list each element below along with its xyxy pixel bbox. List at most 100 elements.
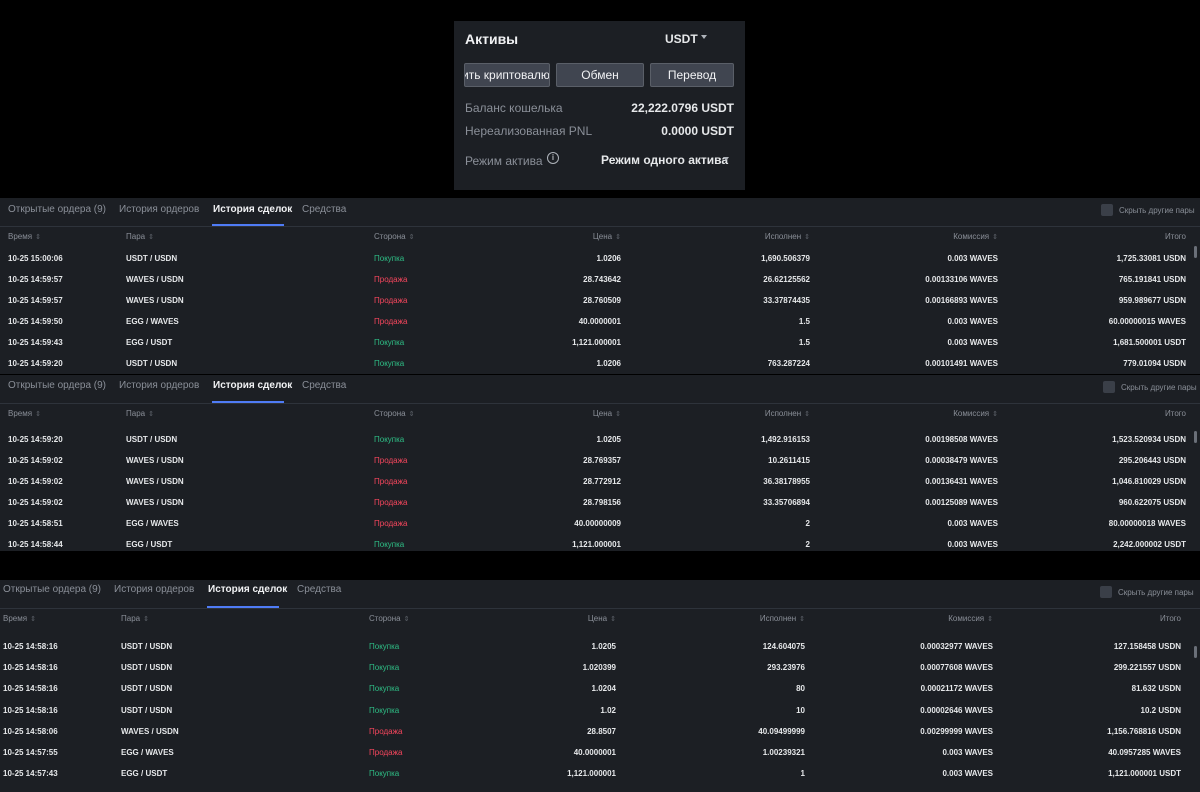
scrollbar-thumb[interactable] (1194, 246, 1197, 258)
column-header[interactable]: Исполнен ⇕ (765, 409, 810, 418)
column-header[interactable]: Итого (1165, 232, 1186, 241)
cell-filled: 2 (805, 519, 810, 528)
column-header-label: Время (3, 614, 28, 623)
column-header[interactable]: Итого (1160, 614, 1181, 623)
sort-icon[interactable]: ⇕ (148, 411, 154, 418)
sort-icon[interactable]: ⇕ (987, 616, 993, 623)
column-header-label: Цена (592, 232, 613, 241)
column-header[interactable]: Время ⇕ (3, 614, 36, 623)
tab-open-orders[interactable]: Открытые ордера (9) (3, 584, 101, 595)
asset-mode-select[interactable]: Режим одного актива (601, 153, 728, 167)
column-header[interactable]: Цена ⇕ (593, 409, 621, 418)
column-header-label: Итого (1165, 232, 1186, 241)
cell-price: 1.02 (600, 705, 616, 715)
cell-price: 40.00000009 (574, 519, 621, 528)
cell-price: 40.0000001 (573, 748, 616, 757)
cell-total: 765.191841 USDN (1118, 275, 1186, 284)
cell-time: 10-25 14:58:44 (8, 540, 63, 549)
sort-icon[interactable]: ⇕ (799, 616, 805, 623)
sort-icon[interactable]: ⇕ (148, 234, 154, 241)
cell-side: Продажа (374, 275, 408, 284)
currency-select[interactable]: USDT (665, 32, 698, 46)
column-header[interactable]: Комиссия ⇕ (953, 409, 998, 418)
cell-fee: 0.00166893 WAVES (925, 296, 998, 305)
cell-pair: WAVES / USDN (126, 275, 184, 284)
sort-icon[interactable]: ⇕ (143, 616, 149, 623)
tab-open-orders[interactable]: Открытые ордера (9) (8, 204, 106, 215)
column-header[interactable]: Цена ⇕ (593, 232, 621, 241)
cell-price: 1.0204 (591, 684, 616, 694)
cell-fee: 0.00038479 WAVES (925, 456, 998, 465)
sort-icon[interactable]: ⇕ (404, 616, 410, 623)
scrollbar-thumb[interactable] (1194, 646, 1197, 658)
cell-side: Покупка (369, 705, 400, 715)
cell-filled: 1 (800, 769, 805, 779)
tab-order-history[interactable]: История ордеров (119, 204, 199, 215)
cell-total: 10.2 USDN (1140, 705, 1181, 715)
tabs-bar: Открытые ордера (9) История ордеров Истори… (0, 580, 1200, 609)
sort-icon[interactable]: ⇕ (610, 616, 616, 623)
column-header[interactable]: Время ⇕ (8, 409, 41, 418)
cell-filled: 1,492.916153 (761, 435, 810, 444)
hide-other-pairs-checkbox[interactable] (1100, 586, 1112, 598)
cell-side: Покупка (374, 435, 405, 444)
transfer-button[interactable]: Перевод (650, 63, 734, 87)
chevron-down-icon[interactable] (723, 157, 729, 161)
hide-other-pairs-checkbox[interactable] (1101, 204, 1113, 216)
column-header[interactable]: Итого (1165, 409, 1186, 418)
tab-trade-history[interactable]: История сделок (208, 584, 287, 595)
sort-icon[interactable]: ⇕ (409, 411, 415, 418)
sort-icon[interactable]: ⇕ (804, 411, 810, 418)
sort-icon[interactable]: ⇕ (30, 616, 36, 623)
sort-icon[interactable]: ⇕ (35, 411, 41, 418)
tab-funds[interactable]: Средства (302, 204, 346, 215)
cell-time: 10-25 14:59:57 (8, 296, 63, 305)
sort-icon[interactable]: ⇕ (804, 234, 810, 241)
cell-time: 10-25 14:59:50 (8, 317, 63, 326)
sort-icon[interactable]: ⇕ (992, 234, 998, 241)
column-header[interactable]: Пара ⇕ (121, 614, 149, 623)
sort-icon[interactable]: ⇕ (615, 411, 621, 418)
info-icon[interactable]: i (547, 152, 559, 164)
tab-open-orders[interactable]: Открытые ордера (9) (8, 380, 106, 391)
tab-order-history[interactable]: История ордеров (114, 584, 194, 595)
column-header[interactable]: Цена ⇕ (588, 614, 616, 623)
sort-icon[interactable]: ⇕ (409, 234, 415, 241)
column-header[interactable]: Сторона ⇕ (374, 409, 414, 418)
column-header[interactable]: Комиссия ⇕ (948, 614, 993, 623)
column-header[interactable]: Сторона ⇕ (374, 232, 414, 241)
scrollbar-thumb[interactable] (1194, 431, 1197, 443)
column-header-label: Пара (121, 614, 141, 623)
tab-order-history[interactable]: История ордеров (119, 380, 199, 391)
cell-total: 299.221557 USDN (1113, 663, 1181, 673)
column-header[interactable]: Исполнен ⇕ (760, 614, 805, 623)
column-header[interactable]: Исполнен ⇕ (765, 232, 810, 241)
cell-side: Покупка (374, 540, 405, 549)
column-header[interactable]: Пара ⇕ (126, 232, 154, 241)
cell-price: 1.0206 (596, 254, 621, 263)
column-header[interactable]: Время ⇕ (8, 232, 41, 241)
cell-price: 28.760509 (583, 296, 621, 305)
tab-trade-history[interactable]: История сделок (213, 204, 292, 215)
chevron-down-icon[interactable] (701, 35, 707, 39)
column-header[interactable]: Пара ⇕ (126, 409, 154, 418)
column-header-label: Комиссия (948, 614, 985, 623)
hide-other-pairs-checkbox[interactable] (1103, 381, 1115, 393)
sort-icon[interactable]: ⇕ (35, 234, 41, 241)
sort-icon[interactable]: ⇕ (615, 234, 621, 241)
cell-fee: 0.00299999 WAVES (920, 726, 993, 736)
cell-price: 28.798156 (583, 498, 621, 507)
deposit-crypto-button[interactable]: лить криптовалю (464, 63, 550, 87)
column-header[interactable]: Комиссия ⇕ (953, 232, 998, 241)
tab-funds[interactable]: Средства (302, 380, 346, 391)
column-header[interactable]: Сторона ⇕ (369, 614, 409, 623)
cell-fee: 0.003 WAVES (947, 540, 998, 549)
cell-total: 2,242.000002 USDT (1113, 540, 1186, 549)
cell-pair: WAVES / USDN (126, 498, 184, 507)
cell-pair: EGG / WAVES (126, 519, 179, 528)
tab-funds[interactable]: Средства (297, 584, 341, 595)
tab-trade-history[interactable]: История сделок (213, 380, 292, 391)
cell-fee: 0.00101491 WAVES (925, 359, 998, 368)
sort-icon[interactable]: ⇕ (992, 411, 998, 418)
exchange-button[interactable]: Обмен (556, 63, 644, 87)
